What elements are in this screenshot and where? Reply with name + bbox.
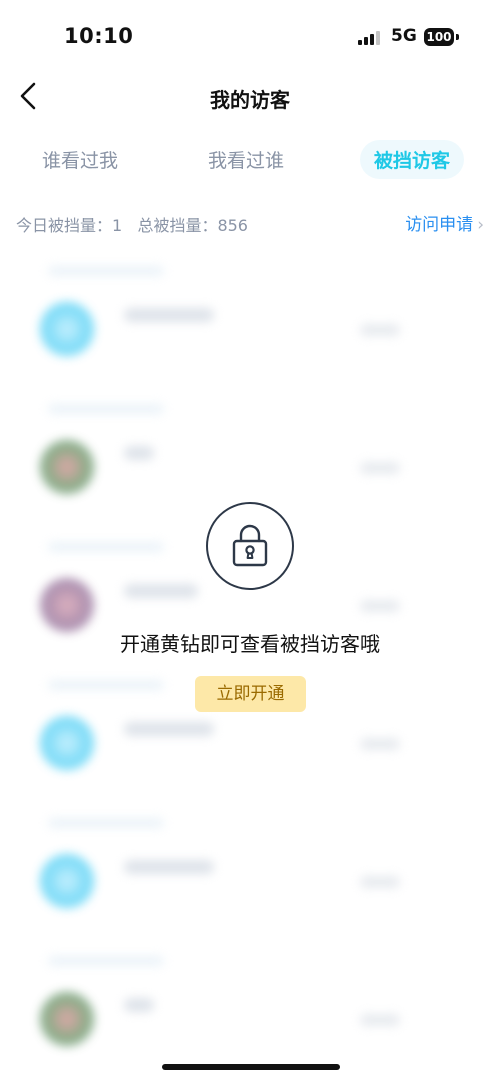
visitor-name-placeholder [124, 860, 214, 874]
visitor-time-placeholder [360, 738, 400, 750]
lock-icon [232, 524, 268, 567]
home-indicator [162, 1064, 340, 1070]
page-title: 我的访客 [210, 88, 290, 112]
access-request-link[interactable]: 访问申请 › [405, 210, 484, 235]
battery-tip [456, 34, 459, 40]
access-request-label: 访问申请 [405, 215, 474, 235]
visitor-time-placeholder [360, 876, 400, 888]
lock-icon-circle [206, 502, 294, 590]
tab-i-viewed[interactable]: 我看过谁 [208, 146, 284, 173]
locked-overlay: 开通黄钻即可查看被挡访客哦 立即开通 [0, 500, 500, 720]
visitor-name-placeholder [124, 308, 214, 322]
avatar [40, 302, 94, 356]
chevron-right-icon: › [477, 215, 484, 235]
visitor-time-placeholder [360, 1014, 400, 1026]
visitor-name-placeholder [124, 446, 154, 460]
nav-bar: 我的访客 [0, 72, 500, 122]
visitor-date-placeholder [48, 266, 164, 276]
avatar [40, 992, 94, 1046]
tab-bar: 谁看过我 我看过谁 被挡访客 [0, 140, 500, 184]
visitor-time-placeholder [360, 324, 400, 336]
battery-icon: 100 [424, 28, 454, 46]
visitor-date-placeholder [48, 818, 164, 828]
visitor-time-placeholder [360, 462, 400, 474]
avatar [40, 716, 94, 770]
activate-now-button[interactable]: 立即开通 [195, 676, 306, 712]
upgrade-message: 开通黄钻即可查看被挡访客哦 [120, 632, 380, 656]
blocked-count-summary: 今日被挡量：1 总被挡量：856 [16, 216, 248, 235]
list-item [0, 812, 500, 950]
network-label: 5G [391, 26, 417, 46]
tab-blocked-visitors[interactable]: 被挡访客 [360, 140, 465, 179]
avatar [40, 440, 94, 494]
status-time: 10:10 [64, 24, 134, 48]
status-bar: 10:10 5G 100 [0, 0, 500, 72]
signal-icon [358, 30, 384, 45]
visitor-date-placeholder [48, 956, 164, 966]
stats-row: 今日被挡量：1 总被挡量：856 访问申请 › [0, 210, 500, 238]
visitor-name-placeholder [124, 998, 154, 1012]
list-item [0, 260, 500, 398]
visitor-name-placeholder [124, 722, 214, 736]
visitor-date-placeholder [48, 404, 164, 414]
avatar [40, 854, 94, 908]
tab-who-viewed-me[interactable]: 谁看过我 [42, 146, 118, 173]
